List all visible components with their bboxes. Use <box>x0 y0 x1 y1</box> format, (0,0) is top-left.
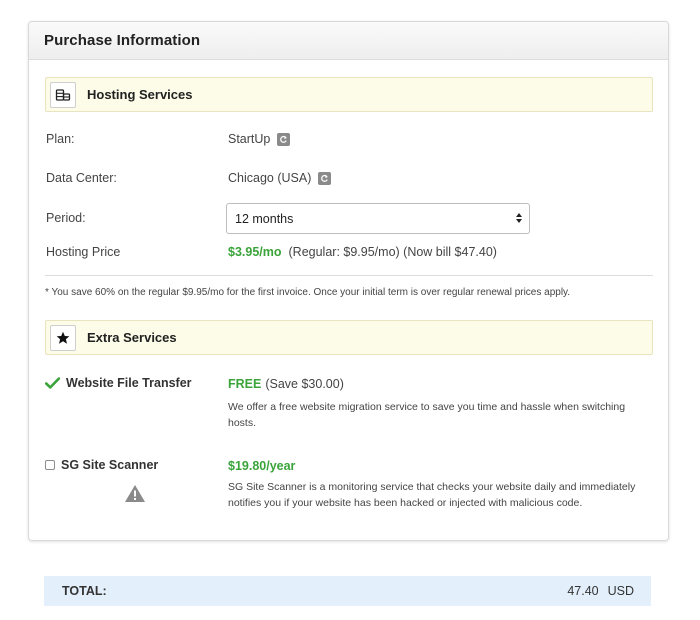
transfer-price: FREE <box>228 377 262 391</box>
purchase-info-panel: Purchase Information Hosting Services Pl… <box>28 21 669 541</box>
transfer-description: We offer a free website migration servic… <box>228 401 626 429</box>
hosting-price-value: $3.95/mo <box>228 245 282 259</box>
hosting-services-title: Hosting Services <box>87 87 193 102</box>
scanner-checkbox[interactable] <box>45 460 55 470</box>
hosting-services-header: Hosting Services <box>45 77 653 112</box>
scanner-description: SG Site Scanner is a monitoring service … <box>228 481 636 509</box>
savings-footnote: * You save 60% on the regular $9.95/mo f… <box>45 287 571 298</box>
transfer-price-group: FREE (Save $30.00) <box>228 377 344 391</box>
plan-value-group: StartUp <box>228 132 291 146</box>
coins-icon <box>50 81 76 108</box>
change-datacenter-icon[interactable] <box>318 171 332 185</box>
datacenter-label: Data Center: <box>46 171 117 185</box>
star-icon <box>50 324 76 351</box>
hosting-price-detail: (Regular: $9.95/mo) (Now bill $47.40) <box>288 245 497 259</box>
extra-services-header: Extra Services <box>45 320 653 355</box>
datacenter-value-group: Chicago (USA) <box>228 171 332 185</box>
datacenter-value: Chicago (USA) <box>228 171 312 185</box>
scanner-price-group: $19.80/year <box>228 459 295 473</box>
plan-label: Plan: <box>46 132 75 146</box>
transfer-price-note: (Save $30.00) <box>265 377 344 391</box>
extra-services-title: Extra Services <box>87 330 177 345</box>
panel-header: Purchase Information <box>29 22 668 60</box>
total-label: TOTAL: <box>62 584 107 598</box>
total-amount: 47.40 <box>567 584 599 598</box>
checkmark-icon <box>45 377 60 389</box>
period-select[interactable]: 12 months <box>226 203 530 234</box>
panel-title: Purchase Information <box>44 32 201 49</box>
divider <box>45 275 653 276</box>
total-value-group: 47.40 USD <box>567 584 634 598</box>
period-label: Period: <box>46 211 86 225</box>
sg-site-scanner-option[interactable]: SG Site Scanner <box>45 458 158 472</box>
transfer-name: Website File Transfer <box>66 376 192 390</box>
total-currency: USD <box>607 584 634 598</box>
warning-icon <box>124 484 146 508</box>
scanner-name: SG Site Scanner <box>61 458 159 472</box>
select-arrows-icon <box>515 212 523 227</box>
total-bar: TOTAL: 47.40 USD <box>44 576 651 606</box>
website-file-transfer-option[interactable]: Website File Transfer <box>45 376 192 390</box>
hosting-price-label: Hosting Price <box>46 245 121 259</box>
change-plan-icon[interactable] <box>277 132 291 146</box>
hosting-price-group: $3.95/mo (Regular: $9.95/mo) (Now bill $… <box>228 245 497 259</box>
plan-value: StartUp <box>228 132 271 146</box>
period-selected-value: 12 months <box>235 211 294 226</box>
scanner-price: $19.80/year <box>228 459 296 473</box>
